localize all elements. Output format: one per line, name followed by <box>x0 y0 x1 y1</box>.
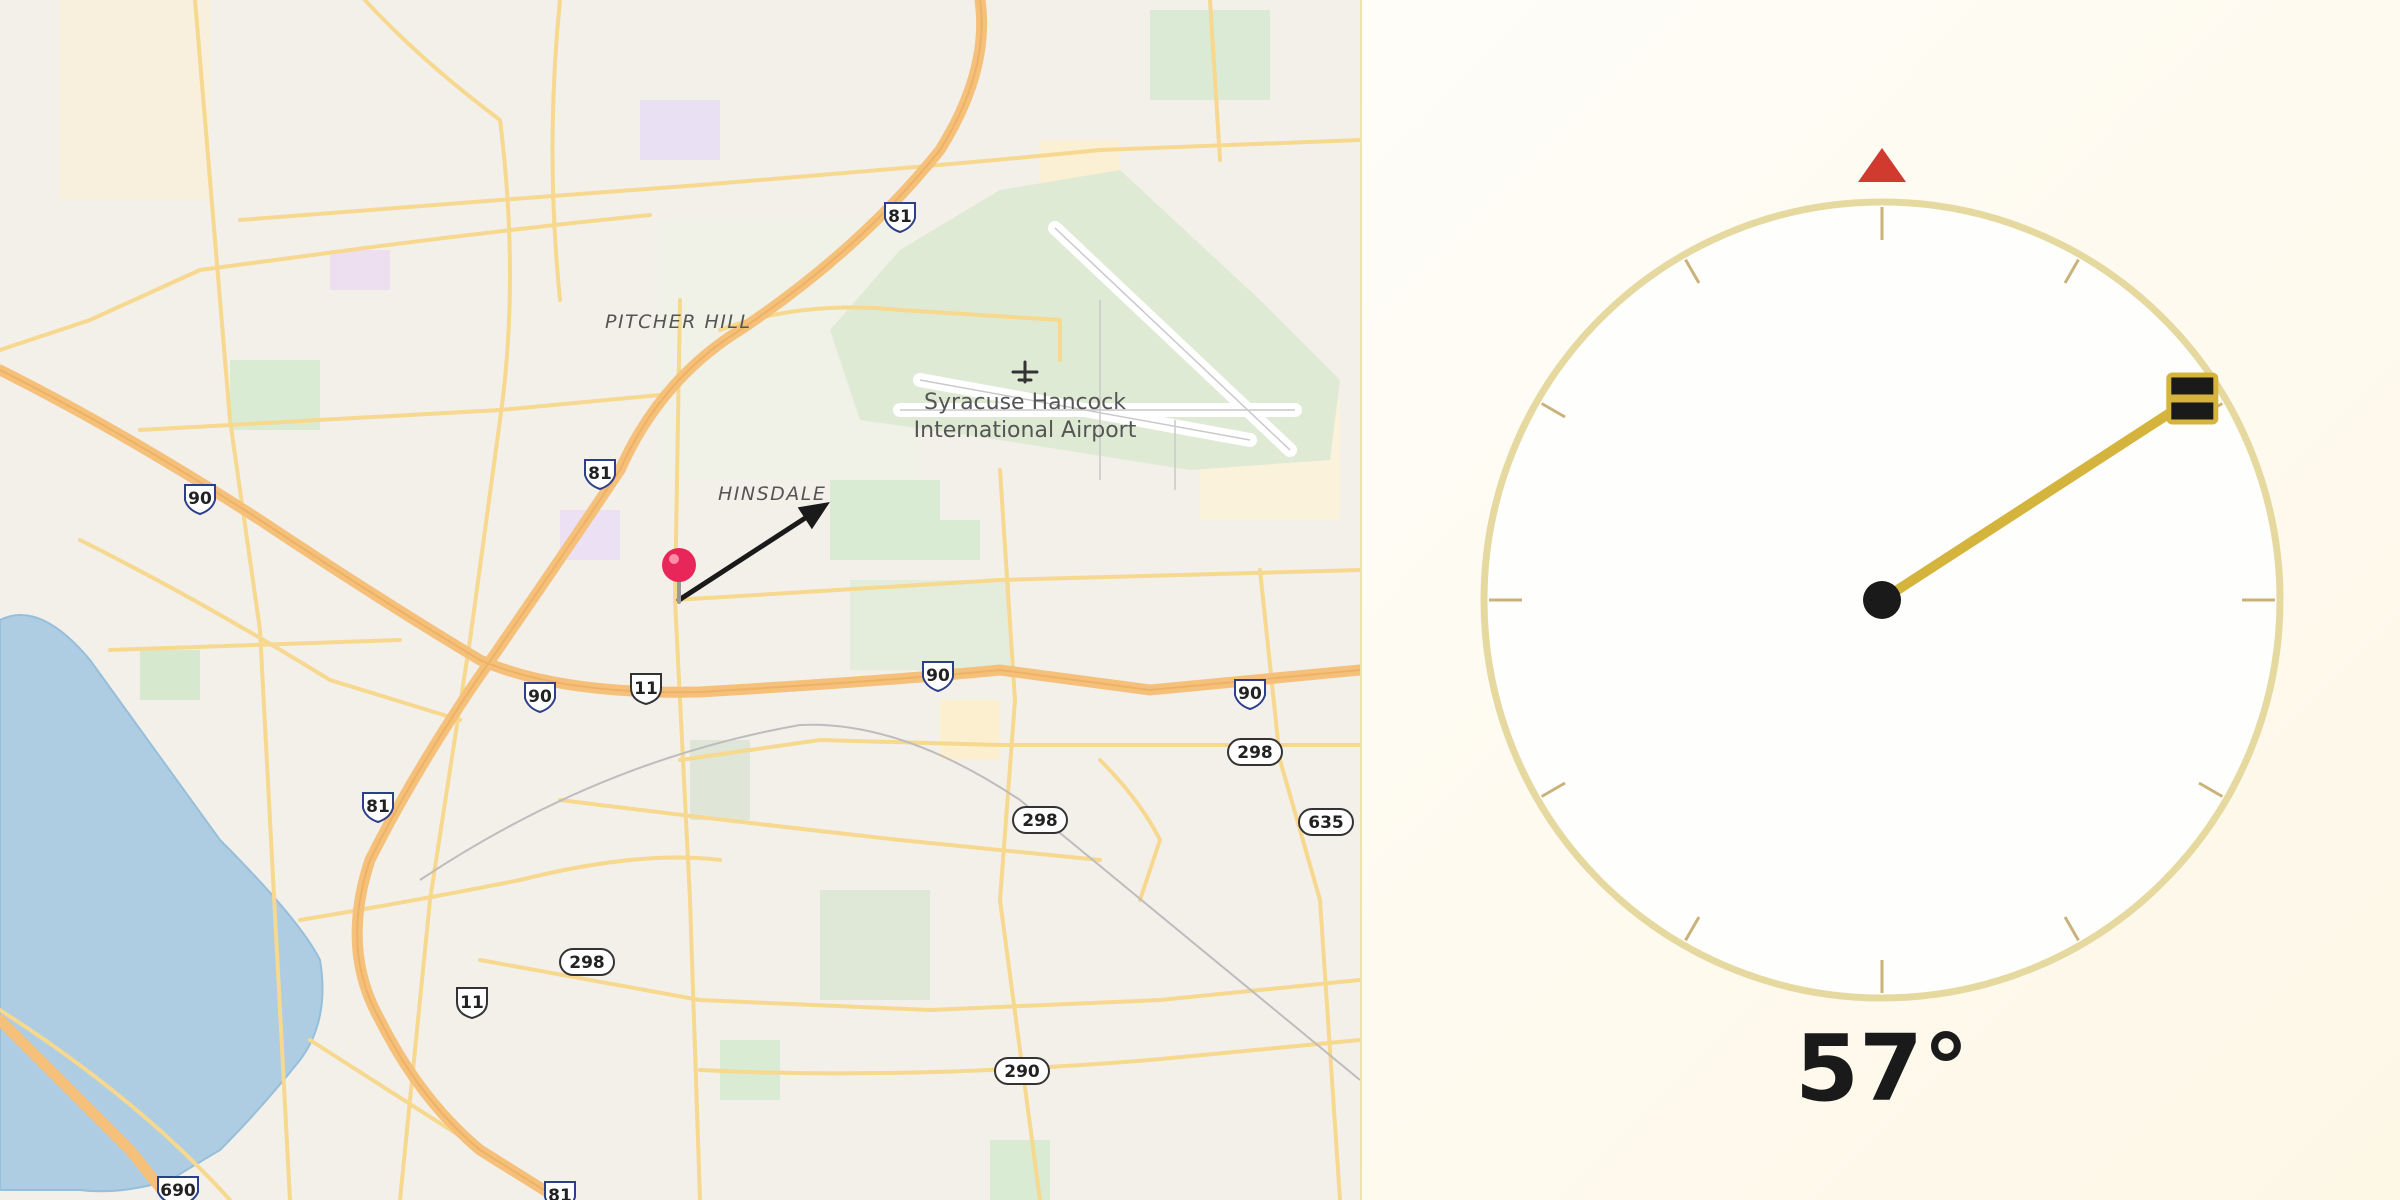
compass-panel: 57° <box>1362 0 2400 1200</box>
map-canvas[interactable]: PITCHER HILL HINSDALE Syracuse Hancock I… <box>0 0 1360 1200</box>
svg-text:81: 81 <box>888 207 912 227</box>
app-root: PITCHER HILL HINSDALE Syracuse Hancock I… <box>0 0 2400 1200</box>
route-shield-nys290: 290 <box>994 1057 1050 1085</box>
svg-text:298: 298 <box>1022 811 1058 831</box>
route-shield-nys298: 298 <box>1012 806 1068 834</box>
svg-text:290: 290 <box>1004 1062 1040 1082</box>
svg-text:81: 81 <box>548 1186 572 1200</box>
heading-readout: 57° <box>1795 1015 1969 1122</box>
svg-text:90: 90 <box>1238 684 1262 704</box>
needle-pivot <box>1863 581 1901 619</box>
svg-text:11: 11 <box>460 993 484 1013</box>
route-shield-i81: 81 <box>544 1181 576 1200</box>
svg-text:81: 81 <box>588 464 612 484</box>
airport-label-line1: Syracuse Hancock <box>924 390 1126 415</box>
svg-text:298: 298 <box>1237 743 1273 763</box>
svg-text:90: 90 <box>528 687 552 707</box>
svg-text:690: 690 <box>160 1181 196 1200</box>
north-marker-icon <box>1858 148 1906 182</box>
svg-text:635: 635 <box>1308 813 1344 833</box>
svg-text:90: 90 <box>188 489 212 509</box>
route-shield-us11: 11 <box>630 673 662 706</box>
needle-tip-marker-icon <box>2166 372 2219 425</box>
route-shield-nys298: 298 <box>1227 738 1283 766</box>
route-shield-nys635: 635 <box>1298 808 1354 836</box>
svg-text:11: 11 <box>634 679 658 699</box>
route-shield-nys298: 298 <box>559 948 615 976</box>
route-shield-i690: 690 <box>157 1176 199 1200</box>
map-view[interactable]: PITCHER HILL HINSDALE Syracuse Hancock I… <box>0 0 1360 1200</box>
compass-canvas: 57° <box>1480 148 2284 1122</box>
airport-label-line2: International Airport <box>914 418 1137 443</box>
place-label-pitcher-hill: PITCHER HILL <box>605 311 752 333</box>
route-shield-us11: 11 <box>456 987 488 1020</box>
svg-text:81: 81 <box>366 797 390 817</box>
svg-text:298: 298 <box>569 953 605 973</box>
place-label-hinsdale: HINSDALE <box>718 483 826 505</box>
svg-text:90: 90 <box>926 666 950 686</box>
